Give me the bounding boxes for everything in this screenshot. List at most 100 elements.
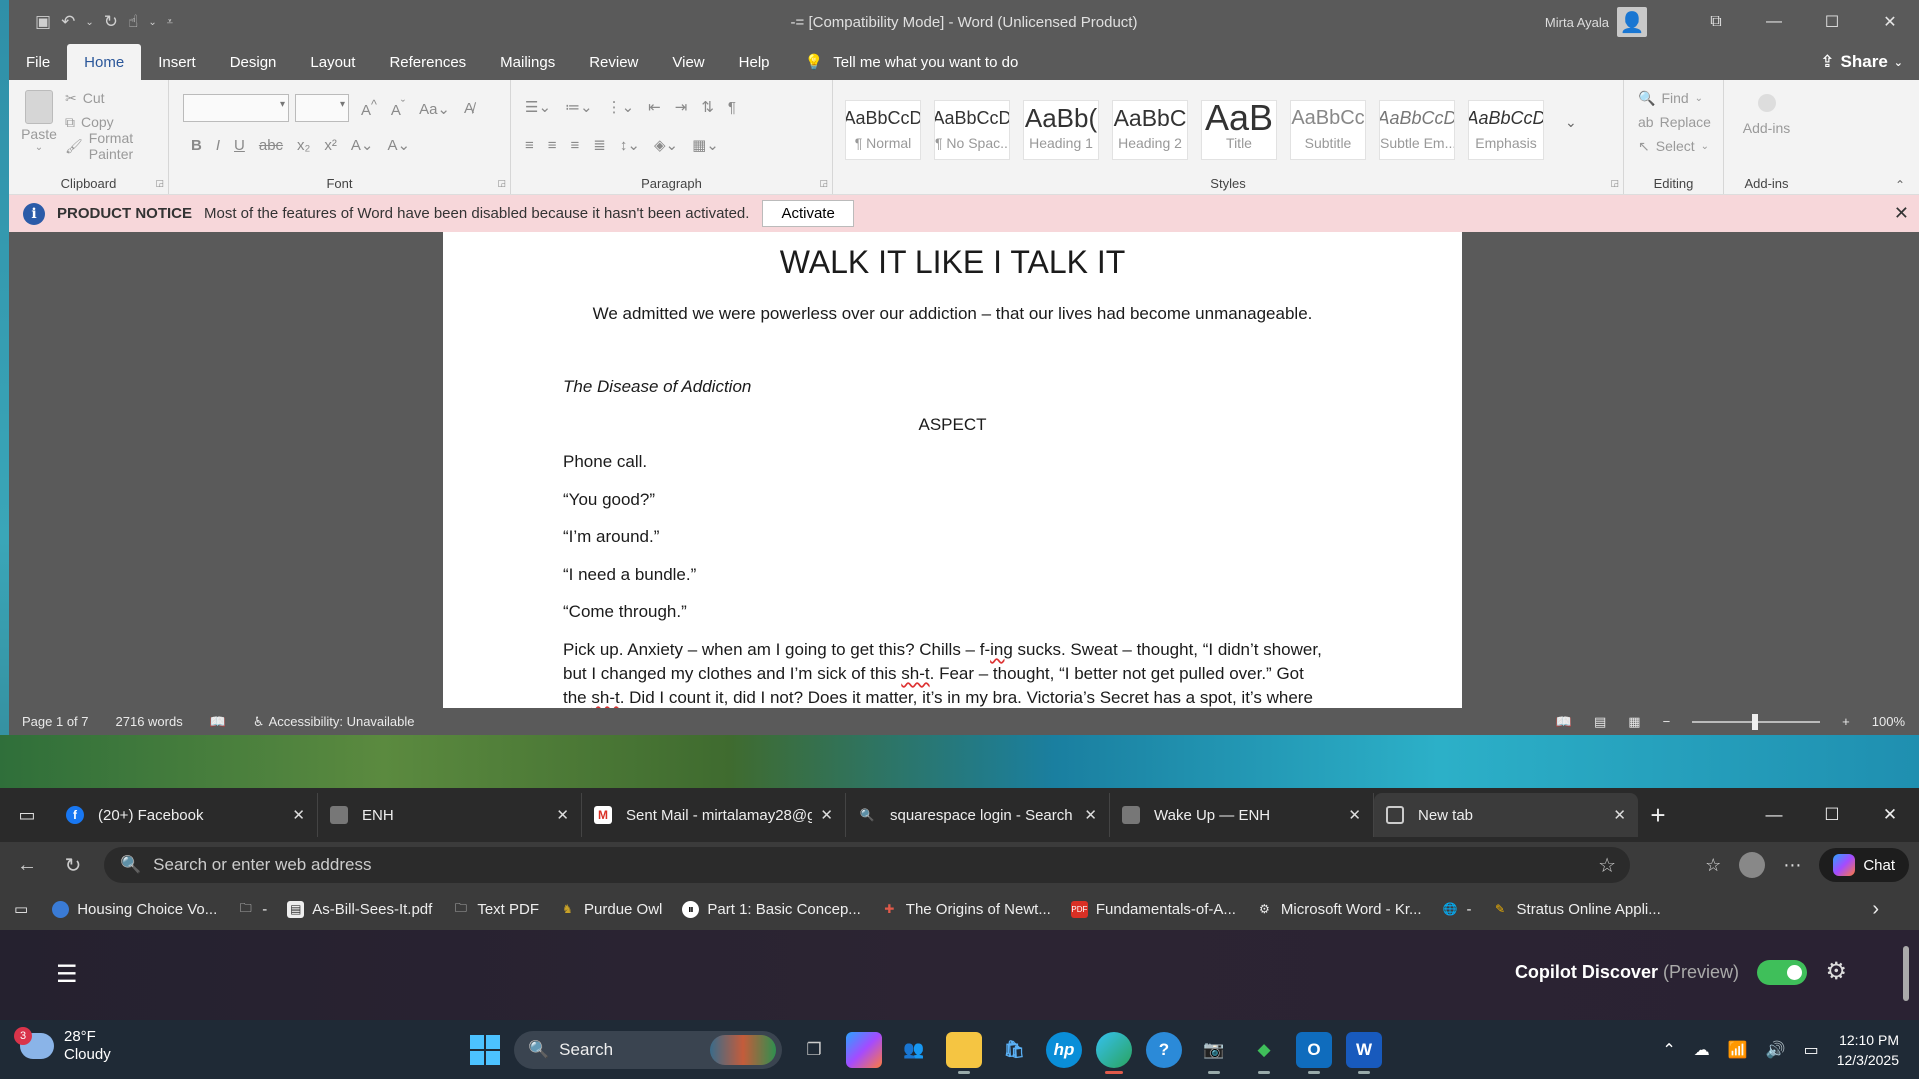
replace-button[interactable]: ab Replace: [1638, 110, 1711, 134]
accessibility-icon[interactable]: ♿: [253, 714, 265, 730]
back-icon[interactable]: ←: [4, 854, 50, 877]
close-icon[interactable]: ✕: [1894, 203, 1909, 224]
numbering-icon[interactable]: ≔⌄: [565, 98, 593, 116]
proofing-icon[interactable]: 📖: [210, 714, 226, 730]
profile-avatar[interactable]: [1739, 852, 1766, 878]
format-painter-button[interactable]: 🖌 Format Painter: [65, 130, 168, 162]
share-button[interactable]: ⇪ Share ⌄: [1820, 44, 1903, 80]
word-count[interactable]: 2716 words: [116, 714, 183, 729]
tab-insert[interactable]: Insert: [141, 44, 213, 80]
document-area[interactable]: WALK IT LIKE I TALK IT We admitted we we…: [9, 232, 1919, 708]
tab-home[interactable]: Home: [67, 44, 142, 80]
align-right-icon[interactable]: ≡: [571, 137, 580, 154]
document-page[interactable]: WALK IT LIKE I TALK IT We admitted we we…: [443, 232, 1462, 708]
clock[interactable]: 12:10 PM 12/3/2025: [1837, 1030, 1899, 1070]
accessibility-status[interactable]: Accessibility: Unavailable: [269, 714, 415, 729]
web-layout-icon[interactable]: ▦: [1628, 714, 1640, 730]
activate-button[interactable]: Activate: [762, 200, 854, 227]
bookmark-item[interactable]: ✚ The Origins of Newt...: [881, 901, 1051, 918]
multilevel-list-icon[interactable]: ⋮⌄: [607, 98, 635, 116]
address-bar[interactable]: 🔍 Search or enter web address ☆: [104, 847, 1630, 883]
zoom-out-icon[interactable]: −: [1663, 714, 1671, 729]
scrollbar[interactable]: [1901, 936, 1911, 1014]
bold-icon[interactable]: B: [191, 137, 202, 154]
strikethrough-icon[interactable]: abc: [259, 137, 283, 154]
align-left-icon[interactable]: ≡: [525, 137, 534, 154]
customize-qat-icon[interactable]: ⩡: [167, 16, 173, 29]
get-help-icon[interactable]: ?: [1146, 1032, 1182, 1068]
tab-view[interactable]: View: [655, 44, 721, 80]
zoom-in-icon[interactable]: +: [1842, 714, 1850, 729]
edge-icon[interactable]: [1096, 1032, 1132, 1074]
file-explorer-icon[interactable]: [946, 1032, 982, 1074]
tab-actions-icon[interactable]: ▭: [0, 805, 54, 826]
font-color-icon[interactable]: A⌄: [387, 136, 410, 154]
style-normal[interactable]: AaBbCcD ¶ Normal: [845, 100, 921, 160]
increase-indent-icon[interactable]: ⇥: [675, 98, 688, 116]
redo-icon[interactable]: ↻: [104, 12, 118, 32]
reading-list-icon[interactable]: ▭: [14, 900, 28, 918]
word-icon[interactable]: W: [1346, 1032, 1382, 1074]
copilot-discover-toggle[interactable]: [1757, 960, 1807, 985]
bookmark-item[interactable]: PDF Fundamentals-of-A...: [1070, 900, 1236, 918]
bookmark-item[interactable]: ⏸ Part 1: Basic Concep...: [682, 900, 861, 918]
close-button[interactable]: ✕: [1861, 0, 1919, 44]
bookmark-item[interactable]: ♞ Purdue Owl: [559, 901, 662, 918]
justify-icon[interactable]: ≣: [593, 136, 606, 154]
font-size-dropdown[interactable]: ▾: [295, 94, 349, 122]
print-layout-icon[interactable]: ▤: [1594, 714, 1606, 730]
spelling-error[interactable]: sh-t: [901, 664, 929, 683]
sort-icon[interactable]: ⇅: [701, 98, 714, 116]
tab-layout[interactable]: Layout: [293, 44, 372, 80]
close-tab-icon[interactable]: ✕: [1613, 806, 1626, 824]
bookmark-item[interactable]: 🌐 -: [1442, 901, 1472, 918]
style-heading-1[interactable]: AaBb(Heading 1: [1023, 100, 1099, 160]
clear-formatting-icon[interactable]: A̸: [464, 100, 474, 117]
minimize-button[interactable]: —: [1745, 805, 1803, 825]
addins-button[interactable]: Add-ins: [1724, 94, 1809, 136]
paragraph-launcher-icon[interactable]: ◲: [819, 178, 828, 189]
styles-more-icon[interactable]: ⌄: [1565, 114, 1577, 131]
close-tab-icon[interactable]: ✕: [556, 806, 569, 824]
camera-icon[interactable]: 📷: [1196, 1032, 1232, 1074]
underline-icon[interactable]: U: [234, 137, 245, 154]
decrease-indent-icon[interactable]: ⇤: [648, 98, 661, 116]
autosave-icon[interactable]: ▣: [35, 12, 51, 32]
close-tab-icon[interactable]: ✕: [820, 806, 833, 824]
bookmark-item[interactable]: Housing Choice Vo...: [52, 900, 217, 918]
align-center-icon[interactable]: ≡: [548, 137, 557, 154]
bookmark-item[interactable]: ⚙ Microsoft Word - Kr...: [1256, 901, 1421, 918]
taskbar-search[interactable]: 🔍 Search: [514, 1031, 782, 1069]
maps-icon[interactable]: ◆: [1246, 1032, 1282, 1074]
spelling-error[interactable]: ing: [990, 640, 1013, 659]
bookmark-item[interactable]: ✎ Stratus Online Appli...: [1492, 901, 1661, 918]
cut-button[interactable]: ✂ Cut: [65, 86, 168, 110]
volume-icon[interactable]: 🔊: [1766, 1040, 1786, 1060]
scrollbar-thumb[interactable]: [1903, 946, 1909, 1001]
style-title[interactable]: AaB Title: [1201, 100, 1277, 160]
style-emphasis[interactable]: AaBbCcD Emphasis: [1468, 100, 1544, 160]
close-tab-icon[interactable]: ✕: [1348, 806, 1361, 824]
select-button[interactable]: ↖ Select ⌄: [1638, 134, 1711, 158]
change-case-icon[interactable]: Aa⌄: [419, 100, 450, 118]
show-hidden-icons-icon[interactable]: ⌃: [1662, 1040, 1675, 1060]
microsoft-store-icon[interactable]: 🛍: [996, 1032, 1032, 1068]
browser-tab-active[interactable]: New tab ✕: [1374, 793, 1638, 837]
teams-icon[interactable]: 👥: [896, 1032, 932, 1068]
gear-icon[interactable]: ⚙: [1825, 957, 1847, 986]
grow-font-icon[interactable]: A^: [361, 98, 377, 119]
browser-tab[interactable]: M Sent Mail - mirtalamay28@g ✕: [582, 793, 846, 837]
tab-review[interactable]: Review: [572, 44, 655, 80]
tab-references[interactable]: References: [372, 44, 483, 80]
zoom-slider-thumb[interactable]: [1752, 713, 1759, 730]
onedrive-icon[interactable]: ☁: [1694, 1040, 1710, 1060]
new-tab-button[interactable]: +: [1638, 800, 1678, 831]
user-name[interactable]: Mirta Ayala: [1545, 15, 1609, 30]
pilcrow-icon[interactable]: ¶: [728, 99, 736, 116]
favorite-star-icon[interactable]: ☆: [1598, 853, 1616, 878]
italic-icon[interactable]: I: [216, 137, 220, 154]
close-button[interactable]: ✕: [1861, 805, 1919, 825]
touch-mode-icon[interactable]: ☝: [128, 12, 138, 32]
bookmark-item[interactable]: ▤ As-Bill-Sees-It.pdf: [287, 900, 432, 918]
tab-design[interactable]: Design: [213, 44, 294, 80]
